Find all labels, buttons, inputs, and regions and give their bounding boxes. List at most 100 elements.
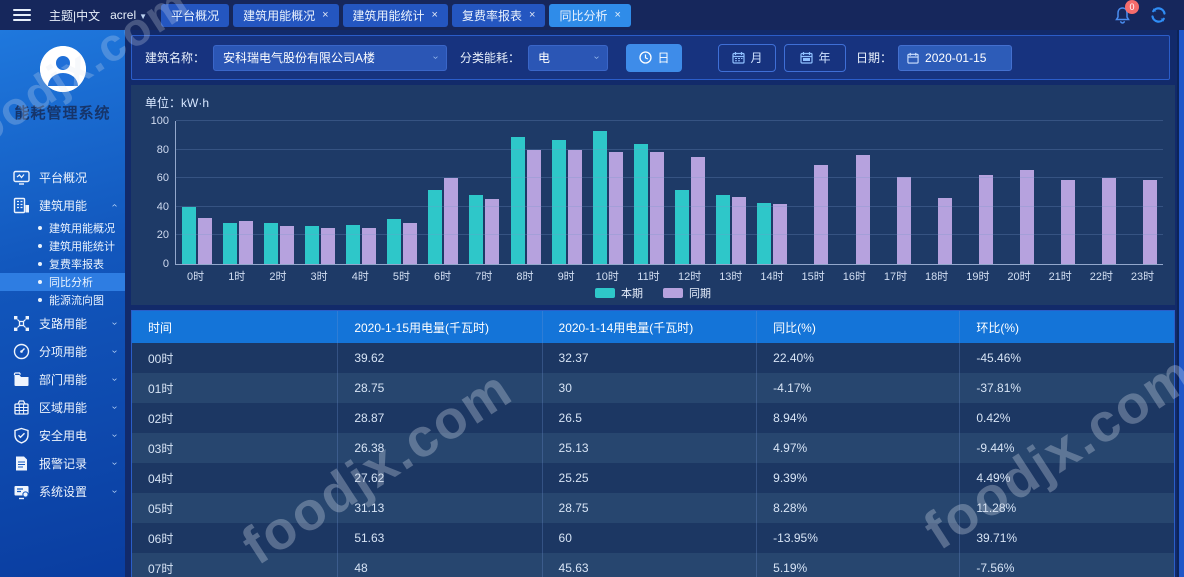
sidebar-item-alarm-records[interactable]: 报警记录 › — [0, 449, 125, 477]
table-cell: -37.81% — [960, 373, 1174, 403]
table-cell: -9.44% — [960, 433, 1174, 463]
table-row[interactable]: 03时26.3825.134.97%-9.44% — [132, 433, 1174, 463]
avatar[interactable] — [40, 46, 86, 92]
day-granularity-button[interactable]: 日 — [626, 44, 682, 72]
notifications-button[interactable]: 0 — [1114, 6, 1131, 24]
date-picker-input[interactable]: 2020-01-15 — [898, 45, 1012, 71]
chart-unit-label: 单位：kW·h — [145, 94, 209, 111]
table-cell: -7.56% — [960, 553, 1174, 577]
sidebar-item-region-energy[interactable]: 区域用能 › — [0, 393, 125, 421]
tab-yoy-analysis[interactable]: 同比分析 × — [549, 4, 630, 27]
bar-group — [464, 121, 505, 264]
submenu-item-energy-flow[interactable]: 能源流向图 — [0, 291, 125, 309]
table-cell: 31.13 — [338, 493, 542, 523]
vertical-scrollbar[interactable] — [1177, 30, 1184, 577]
bar-previous-period — [239, 221, 253, 264]
table-header-cell: 同比(%) — [757, 311, 960, 343]
sidebar-item-safety-power[interactable]: 安全用电 › — [0, 421, 125, 449]
platform-overview-icon — [13, 169, 30, 186]
legend-entry[interactable]: 同期 — [663, 285, 711, 301]
x-axis-tick-label: 15时 — [793, 268, 834, 284]
legend-label: 同期 — [689, 285, 711, 301]
sidebar-item-department-energy[interactable]: 部门用能 › — [0, 365, 125, 393]
bullet-icon — [38, 244, 42, 248]
username: acrel — [110, 8, 136, 22]
submenu-item-building-energy-stats[interactable]: 建筑用能统计 — [0, 237, 125, 255]
table-row[interactable]: 05时31.1328.758.28%11.28% — [132, 493, 1174, 523]
table-cell: 4.97% — [757, 433, 960, 463]
close-tab-icon[interactable]: × — [432, 9, 438, 21]
bar-previous-period — [650, 152, 664, 264]
sidebar-item-platform-overview[interactable]: 平台概况 — [0, 163, 125, 191]
bar-current-period — [675, 190, 689, 264]
building-select[interactable]: 安科瑞电气股份有限公司A楼 › — [213, 45, 447, 71]
year-granularity-button[interactable]: 年 — [784, 44, 846, 72]
table-row[interactable]: 04时27.6225.259.39%4.49% — [132, 463, 1174, 493]
x-axis-tick-label: 4时 — [340, 268, 381, 284]
legend-entry[interactable]: 本期 — [595, 285, 643, 301]
month-granularity-button[interactable]: 月 — [718, 44, 776, 72]
bar-previous-period — [198, 218, 212, 264]
table-row[interactable]: 07时4845.635.19%-7.56% — [132, 553, 1174, 577]
bar-group — [176, 121, 217, 264]
bar-current-period — [346, 225, 360, 264]
legend-label: 本期 — [621, 285, 643, 301]
bar-previous-period — [444, 178, 458, 264]
energy-type-select[interactable]: 电 › — [528, 45, 608, 71]
hamburger-menu-icon[interactable] — [13, 6, 31, 24]
energy-type-label: 分类能耗： — [460, 49, 520, 66]
gridline — [176, 120, 1163, 121]
theme-language-label[interactable]: 主题|中文 — [49, 7, 100, 24]
bar-current-period — [593, 131, 607, 264]
x-axis-tick-label: 19时 — [957, 268, 998, 284]
submenu-item-tariff-report[interactable]: 复费率报表 — [0, 255, 125, 273]
bar-current-period — [182, 207, 196, 264]
bullet-icon — [38, 298, 42, 302]
bar-current-period — [757, 203, 771, 264]
refresh-button[interactable] — [1149, 6, 1168, 24]
sidebar-item-branch-energy[interactable]: 支路用能 › — [0, 309, 125, 337]
table-row[interactable]: 01时28.7530-4.17%-37.81% — [132, 373, 1174, 403]
submenu-item-yoy-analysis[interactable]: 同比分析 — [0, 273, 125, 291]
bar-previous-period — [856, 155, 870, 264]
submenu-item-building-energy-overview[interactable]: 建筑用能概况 — [0, 219, 125, 237]
table-row[interactable]: 02时28.8726.58.94%0.42% — [132, 403, 1174, 433]
legend-swatch — [663, 288, 683, 298]
sidebar-item-system-settings[interactable]: 系统设置 › — [0, 477, 125, 505]
bullet-icon — [38, 226, 42, 230]
x-axis-tick-label: 20时 — [998, 268, 1039, 284]
chevron-up-icon: › — [109, 203, 120, 206]
bar-previous-period — [403, 223, 417, 264]
table-row[interactable]: 06时51.6360-13.95%39.71% — [132, 523, 1174, 553]
x-axis-tick-label: 3时 — [299, 268, 340, 284]
x-axis-tick-label: 18时 — [916, 268, 957, 284]
sidebar-item-building-energy[interactable]: 建筑用能 › — [0, 191, 125, 219]
bar-group — [628, 121, 669, 264]
close-tab-icon[interactable]: × — [614, 9, 620, 21]
close-tab-icon[interactable]: × — [529, 9, 535, 21]
x-axis-tick-label: 12时 — [669, 268, 710, 284]
table-cell: 8.28% — [757, 493, 960, 523]
legend-swatch — [595, 288, 615, 298]
user-menu[interactable]: acrel▼ — [110, 8, 147, 22]
sidebar-item-subitem-energy[interactable]: 分项用能 › — [0, 337, 125, 365]
bar-group — [1081, 121, 1122, 264]
bar-previous-period — [280, 226, 294, 264]
calendar-icon — [732, 51, 745, 64]
table-cell: 48 — [338, 553, 542, 577]
tab-tariff-report[interactable]: 复费率报表 × — [452, 4, 545, 27]
table-row[interactable]: 00时39.6232.3722.40%-45.46% — [132, 343, 1174, 373]
chevron-down-icon: › — [591, 56, 602, 59]
table-cell: 26.5 — [543, 403, 758, 433]
clock-icon — [639, 51, 652, 64]
bar-current-period — [634, 144, 648, 264]
close-tab-icon[interactable]: × — [322, 9, 328, 21]
bar-previous-period — [1102, 178, 1116, 265]
tab-building-energy-overview[interactable]: 建筑用能概况 × — [233, 4, 338, 27]
tab-building-energy-stats[interactable]: 建筑用能统计 × — [343, 4, 448, 27]
subitem-energy-icon — [13, 343, 30, 360]
department-energy-icon — [13, 371, 30, 388]
tab-platform-overview[interactable]: 平台概况 — [161, 4, 229, 27]
bar-group — [711, 121, 752, 264]
date-label: 日期： — [856, 49, 892, 66]
